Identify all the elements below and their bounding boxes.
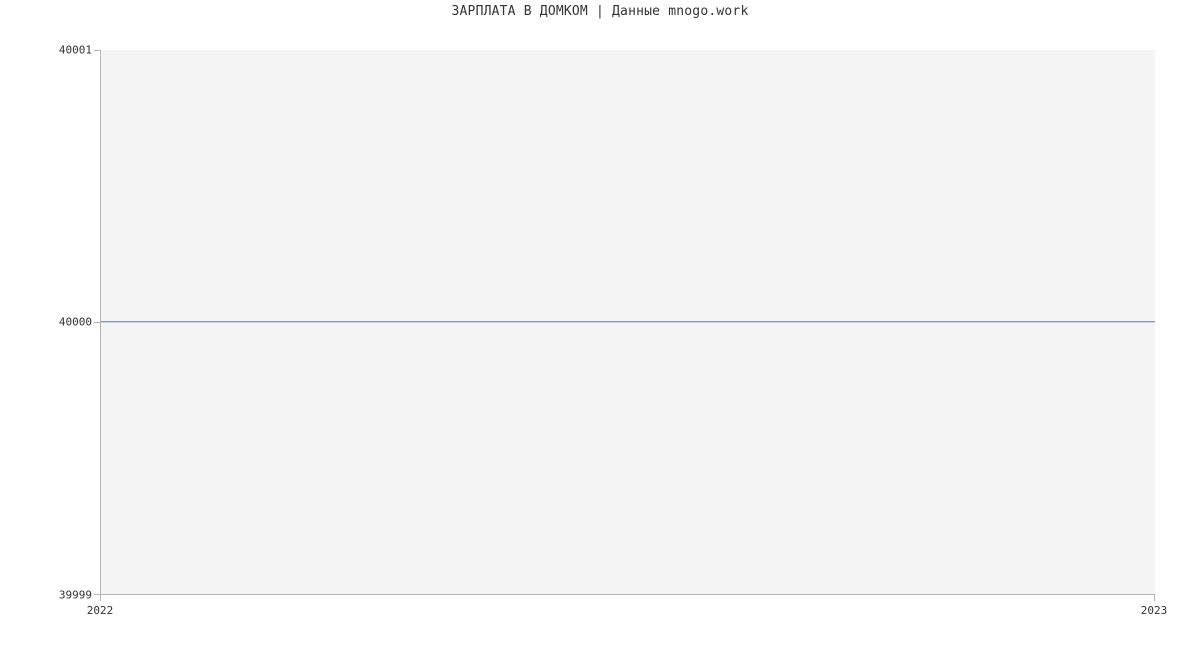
- y-tick: [94, 322, 100, 323]
- data-line: [101, 321, 1155, 322]
- plot-area: [100, 50, 1155, 595]
- x-axis-label: 2022: [87, 604, 114, 617]
- y-tick: [94, 50, 100, 51]
- y-axis-label: 40001: [59, 44, 92, 57]
- chart-title: ЗАРПЛАТА В ДОМКОМ | Данные mnogo.work: [0, 4, 1200, 19]
- x-tick: [1154, 595, 1155, 601]
- y-axis-label: 39999: [59, 589, 92, 602]
- chart-container: ЗАРПЛАТА В ДОМКОМ | Данные mnogo.work 40…: [0, 0, 1200, 650]
- y-axis-label: 40000: [59, 316, 92, 329]
- x-tick: [100, 595, 101, 601]
- x-axis-label: 2023: [1141, 604, 1168, 617]
